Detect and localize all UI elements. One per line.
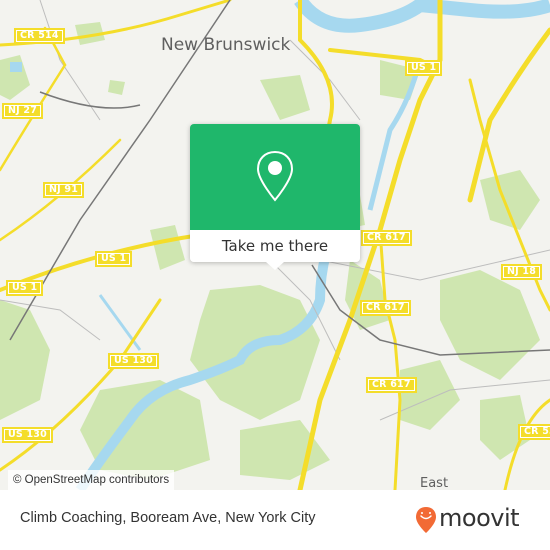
- popup-header: [190, 124, 360, 230]
- road-shield-us1: US 1: [405, 60, 443, 76]
- location-popup: Take me there: [190, 124, 360, 270]
- attribution-link[interactable]: © OpenStreetMap contributors: [8, 470, 175, 490]
- road-shield-nj91: NJ 91: [43, 182, 85, 198]
- road-shield-us1: US 1: [6, 280, 44, 296]
- popup-pointer: [266, 262, 284, 270]
- pond: [10, 62, 22, 72]
- footer-bar: Climb Coaching, Booream Ave, New York Ci…: [0, 490, 550, 550]
- map-pin-icon: [256, 150, 294, 202]
- map-canvas[interactable]: New Brunswick East CR 514 NJ 27 NJ 91 US…: [0, 0, 550, 490]
- place-label-east: East: [420, 476, 449, 490]
- road-shield-nj18: NJ 18: [501, 264, 543, 280]
- road-shield-us130: US 130: [2, 427, 53, 443]
- road-shield-cr617: CR 617: [360, 300, 411, 316]
- moovit-pin-icon: [416, 507, 436, 533]
- road-shield-nj27: NJ 27: [2, 103, 44, 119]
- road-shield-cr617: CR 617: [366, 377, 417, 393]
- place-label-new-brunswick: New Brunswick: [161, 35, 291, 55]
- road-shield-cr535: CR 53: [518, 424, 550, 440]
- location-title: Climb Coaching, Booream Ave, New York Ci…: [20, 510, 316, 526]
- road-shield-cr514: CR 514: [14, 28, 65, 44]
- take-me-there-button[interactable]: Take me there: [190, 230, 360, 262]
- road-shield-us130: US 130: [108, 353, 159, 369]
- moovit-wordmark: moovit: [439, 504, 520, 532]
- road-shield-cr617: CR 617: [361, 230, 412, 246]
- road-shield-us1: US 1: [95, 251, 133, 267]
